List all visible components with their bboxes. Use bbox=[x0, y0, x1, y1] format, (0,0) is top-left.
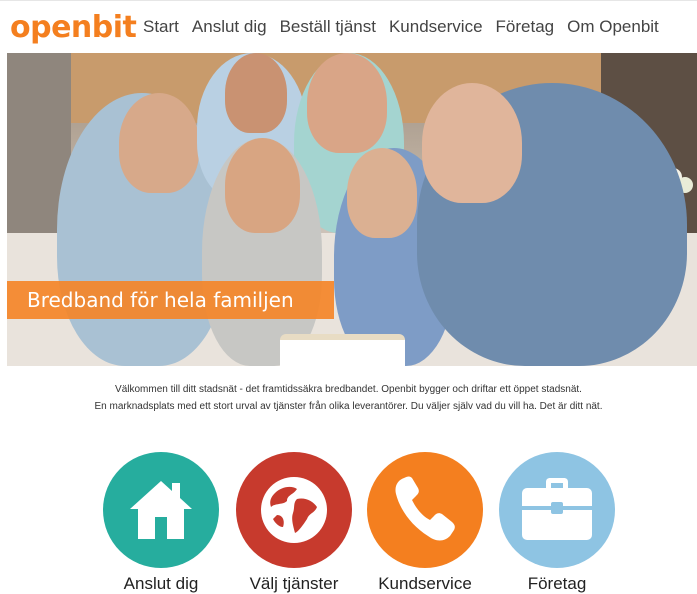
intro-line-2: En marknadsplats med ett stort urval av … bbox=[94, 401, 603, 412]
tile-anslut-dig[interactable]: Anslut dig bbox=[102, 452, 220, 594]
mother-head bbox=[307, 53, 387, 153]
top-navigation-bar: openbit Start Anslut dig Beställ tjänst … bbox=[0, 0, 697, 53]
phone-icon bbox=[395, 476, 455, 541]
boy-head bbox=[225, 138, 300, 233]
briefcase-icon bbox=[522, 478, 592, 540]
intro-text: Välkommen till ditt stadsnät - det framt… bbox=[0, 381, 697, 415]
nav-item-foretag[interactable]: Företag bbox=[496, 17, 555, 37]
service-tiles: Anslut dig Välj tjänster Kundservice För… bbox=[102, 452, 622, 594]
tile-kundservice-circle[interactable] bbox=[367, 452, 483, 568]
main-nav: Start Anslut dig Beställ tjänst Kundserv… bbox=[143, 17, 659, 37]
tile-foretag-circle[interactable] bbox=[499, 452, 615, 568]
openbit-logo[interactable]: openbit bbox=[10, 10, 137, 45]
nav-item-bestall-tjanst[interactable]: Beställ tjänst bbox=[280, 17, 376, 37]
intro-line-1: Välkommen till ditt stadsnät - det framt… bbox=[115, 384, 582, 395]
globe-icon bbox=[261, 477, 327, 543]
house-icon bbox=[130, 481, 192, 539]
tile-label-kundservice: Kundservice bbox=[378, 574, 472, 593]
tile-label-valj-tjanster: Välj tjänster bbox=[249, 574, 339, 593]
girl-head bbox=[347, 148, 417, 238]
nav-item-kundservice[interactable]: Kundservice bbox=[389, 17, 483, 37]
nav-item-start[interactable]: Start bbox=[143, 17, 179, 37]
hero-family-photo: Bredband för hela familjen bbox=[7, 53, 697, 366]
tile-kundservice[interactable]: Kundservice bbox=[366, 452, 484, 594]
nav-item-om-openbit[interactable]: Om Openbit bbox=[567, 17, 659, 37]
tile-foretag[interactable]: Företag bbox=[498, 452, 616, 594]
father-head bbox=[225, 53, 287, 133]
tile-valj-tjanster-circle[interactable] bbox=[236, 452, 352, 568]
grandmother-head bbox=[422, 83, 522, 203]
tile-label-foretag: Företag bbox=[527, 574, 587, 593]
nav-item-anslut-dig[interactable]: Anslut dig bbox=[192, 17, 267, 37]
grandfather-head bbox=[119, 93, 199, 193]
hero-banner[interactable]: Bredband för hela familjen bbox=[7, 281, 334, 319]
popcorn-bowl bbox=[280, 334, 405, 366]
tile-anslut-dig-circle[interactable] bbox=[103, 452, 219, 568]
tile-label-anslut-dig: Anslut dig bbox=[123, 574, 199, 593]
tile-valj-tjanster[interactable]: Välj tjänster bbox=[235, 452, 353, 594]
